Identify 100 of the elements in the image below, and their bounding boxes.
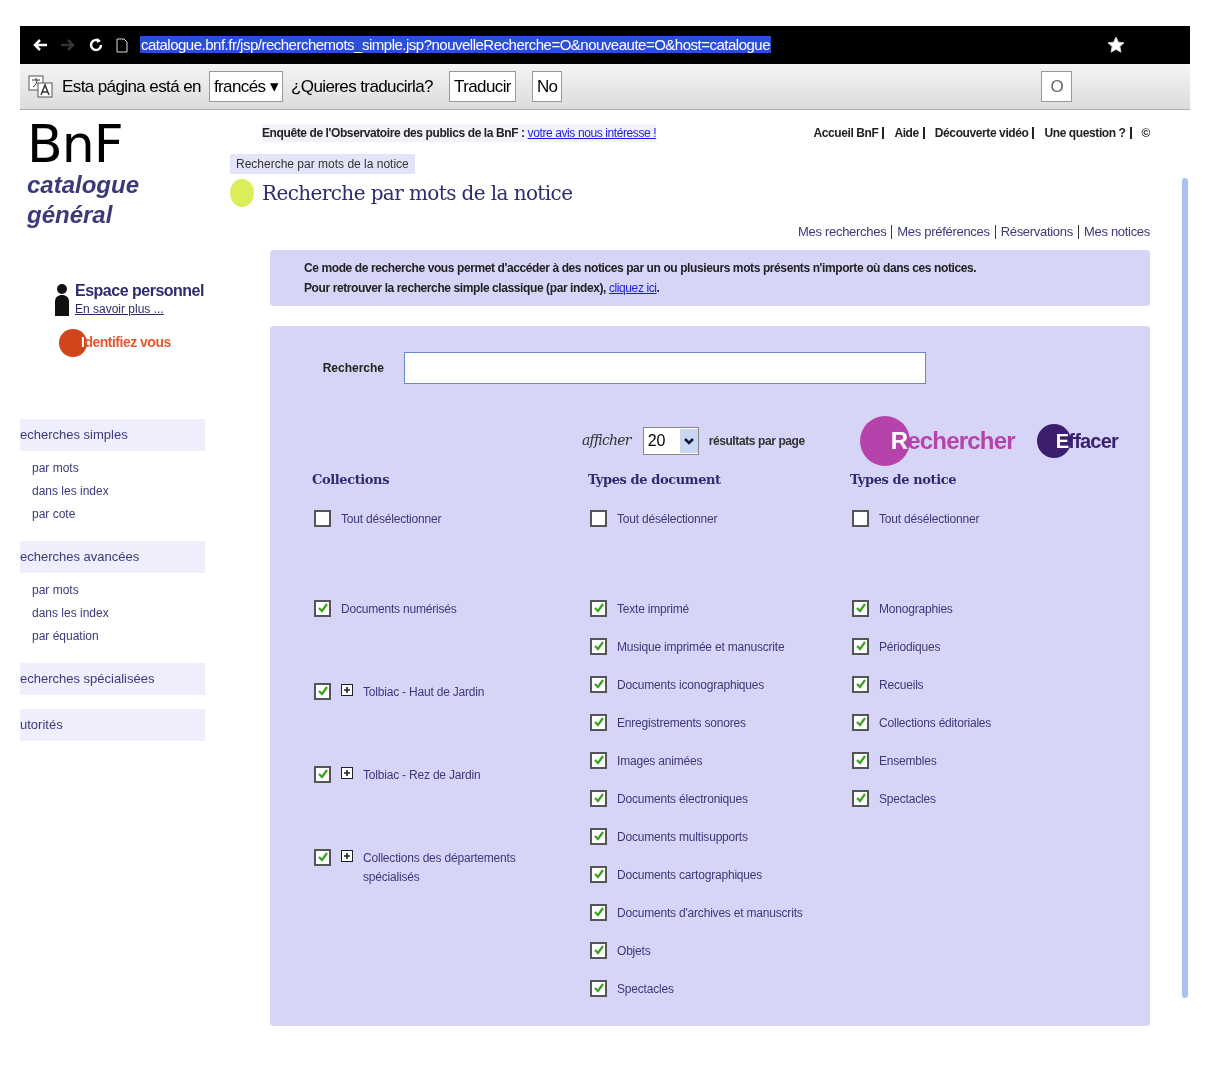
checkbox-label: Tout désélectionner — [617, 510, 718, 528]
checkbox[interactable] — [590, 713, 607, 731]
expand-icon[interactable] — [341, 766, 353, 779]
section-title: Espace personnel — [75, 282, 204, 300]
checkbox[interactable] — [852, 751, 869, 769]
search-field[interactable] — [404, 351, 926, 384]
menu-link[interactable]: dans les index — [32, 482, 109, 500]
translate-question: ¿Quieres traducirla? — [290, 75, 433, 98]
checkbox[interactable] — [852, 510, 869, 527]
logo-text: BnF — [27, 118, 124, 170]
checkbox[interactable] — [852, 789, 869, 807]
checkbox[interactable] — [590, 979, 607, 997]
header-link[interactable]: Une question ? — [1044, 124, 1126, 142]
checkbox[interactable] — [590, 903, 607, 921]
checkbox-label: Collections éditoriales — [879, 714, 992, 732]
checkbox-label: Spectacles — [617, 980, 674, 998]
menu-section[interactable]: echerches spécialisées — [20, 663, 205, 695]
checkbox-label: Texte imprimé — [617, 600, 690, 618]
results-label: résultats par page — [708, 432, 805, 450]
person-icon — [53, 282, 71, 316]
click-here-link[interactable]: cliquez ici — [608, 280, 657, 295]
header-link[interactable]: Découverte vidéo — [934, 124, 1029, 142]
menu-section[interactable]: utorités — [20, 709, 205, 741]
checkbox[interactable] — [590, 751, 607, 769]
checkbox-label: Périodiques — [879, 638, 941, 656]
menu-section[interactable]: echerches avancées — [20, 541, 205, 573]
column-heading: Types de document — [588, 470, 722, 489]
checkbox-label: Images animées — [617, 752, 703, 770]
checkbox-label: Tout désélectionner — [879, 510, 980, 528]
info-text: Ce mode de recherche vous permet d'accéder à des notices par un ou plusieurs mots présents n'importe où dans ces notices. — [304, 259, 978, 277]
checkbox-label: Tolbiac - Haut de Jardin — [363, 683, 485, 701]
checkbox-label: Musique imprimée et manuscrite — [617, 638, 785, 656]
expand-icon[interactable] — [341, 849, 353, 862]
column-heading: Types de notice — [850, 470, 958, 489]
checkbox-label: Documents iconographiques — [617, 676, 765, 694]
menu-link[interactable]: par mots — [32, 459, 79, 477]
back-icon[interactable] — [32, 38, 48, 52]
checkbox[interactable] — [590, 865, 607, 883]
translate-icon — [28, 74, 54, 99]
search-label: Recherche — [321, 359, 385, 377]
checkbox-label: Documents numérisés — [341, 600, 457, 618]
translate-button[interactable]: Traducir — [449, 70, 516, 103]
breadcrumb: Recherche par mots de la notice — [230, 154, 415, 174]
results-dropdown[interactable]: 20 — [642, 426, 699, 455]
checkbox-label: Recueils — [879, 676, 924, 694]
column-heading: Collections — [312, 470, 391, 489]
header-link[interactable]: Aide — [894, 124, 919, 142]
bullet-icon — [230, 179, 254, 207]
survey-notice: Enquête de l'Observatoire des publics de la BnF : votre avis nous intéresse ! — [262, 124, 657, 142]
checkbox[interactable] — [590, 941, 607, 959]
logo-subtitle: catalogue — [27, 170, 141, 200]
checkbox[interactable] — [590, 789, 607, 807]
checkbox-label: Documents électroniques — [617, 790, 748, 808]
reload-icon[interactable] — [88, 37, 104, 53]
menu-link[interactable]: par cote — [32, 505, 76, 523]
menu-section[interactable]: echerches simples — [20, 419, 205, 451]
checkbox[interactable] — [852, 637, 869, 655]
menu-link[interactable]: par équation — [32, 627, 99, 645]
info-text: Pour retrouver la recherche simple classique (par index), — [304, 280, 606, 295]
checkbox[interactable] — [852, 675, 869, 693]
checkbox-label: Collections des départements spécialisés — [363, 849, 517, 886]
translate-prompt: Esta página está en — [62, 75, 201, 98]
checkbox-label: Tolbiac - Rez de Jardin — [363, 766, 481, 784]
checkbox[interactable] — [314, 510, 331, 527]
checkbox-label: Documents multisupports — [617, 828, 748, 846]
options-button[interactable]: O — [1041, 70, 1072, 103]
checkbox[interactable] — [314, 599, 331, 617]
no-button[interactable]: No — [531, 70, 563, 103]
checkbox-label: Spectacles — [879, 790, 936, 808]
checkbox-label: Tout désélectionner — [341, 510, 442, 528]
checkbox[interactable] — [314, 848, 331, 866]
checkbox[interactable] — [590, 599, 607, 617]
survey-link[interactable]: votre avis nous intéresse ! — [527, 126, 657, 140]
page-title: Recherche par mots de la notice — [262, 180, 573, 207]
checkbox[interactable] — [590, 637, 607, 655]
checkbox[interactable] — [314, 682, 331, 700]
checkbox-label: Documents cartographiques — [617, 866, 763, 884]
checkbox[interactable] — [590, 675, 607, 693]
learn-more-link[interactable]: En savoir plus ... — [75, 300, 164, 318]
checkbox[interactable] — [314, 765, 331, 783]
user-link[interactable]: Mes préférences — [897, 222, 990, 242]
checkbox[interactable] — [852, 599, 869, 617]
user-link[interactable]: Mes notices — [1083, 222, 1150, 242]
checkbox[interactable] — [852, 713, 869, 731]
menu-link[interactable]: par mots — [32, 581, 79, 599]
expand-icon[interactable] — [341, 683, 353, 696]
user-link[interactable]: Réservations — [1000, 222, 1073, 242]
checkbox-label: Documents d'archives et manuscrits — [617, 904, 803, 922]
star-icon[interactable] — [1106, 35, 1126, 55]
logo-subtitle: général — [27, 200, 114, 230]
menu-link[interactable]: dans les index — [32, 604, 109, 622]
checkbox[interactable] — [590, 510, 607, 527]
user-link[interactable]: Mes recherches — [798, 222, 887, 242]
header-link[interactable]: © — [1141, 124, 1150, 142]
checkbox[interactable] — [590, 827, 607, 845]
language-dropdown[interactable]: francés ▾ — [208, 70, 283, 103]
checkbox-label: Monographies — [879, 600, 953, 618]
page-icon — [116, 37, 128, 53]
header-link[interactable]: Accueil BnF — [813, 124, 879, 142]
checkbox-label: Ensembles — [879, 752, 937, 770]
